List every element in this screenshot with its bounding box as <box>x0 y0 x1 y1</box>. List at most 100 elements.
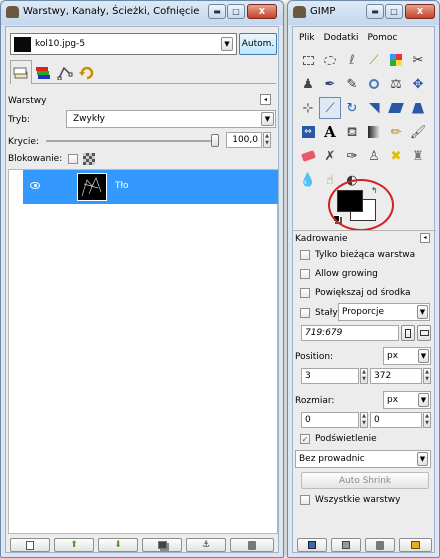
position-x-field[interactable]: 3 <box>301 368 359 384</box>
rotate-tool-icon[interactable]: ↻ <box>341 97 363 119</box>
zoom-tool-icon[interactable] <box>363 73 385 95</box>
scale-tool-icon[interactable] <box>363 97 385 119</box>
all-layers-checkbox[interactable] <box>300 495 310 505</box>
lock-pixels-checkbox[interactable] <box>68 154 78 164</box>
size-width-field[interactable]: 0 <box>301 412 359 428</box>
only-current-layer-label[interactable]: Tylko bieżąca warstwa <box>315 250 415 260</box>
shear-tool-icon[interactable] <box>385 97 407 119</box>
text-tool-icon[interactable]: A <box>319 121 341 143</box>
position-y-field[interactable]: 372 <box>370 368 422 384</box>
position-y-spinner[interactable]: ▲ ▼ <box>423 368 431 384</box>
layer-name[interactable]: Tło <box>115 181 129 191</box>
image-selector[interactable]: kol10.jpg-5 <box>10 33 237 55</box>
bucket-fill-tool-icon[interactable]: ⛾ <box>341 121 363 143</box>
color-picker-tool-icon[interactable]: ✎ <box>341 73 363 95</box>
auto-shrink-button[interactable]: Auto Shrink <box>301 472 429 489</box>
highlight-checkbox[interactable]: ✓ <box>300 434 310 444</box>
highlight-label[interactable]: Podświetlenie <box>315 434 377 444</box>
airbrush-tool-icon[interactable]: ✗ <box>319 145 341 167</box>
maximize-button[interactable]: □ <box>227 4 245 19</box>
reset-options-button[interactable] <box>399 538 432 552</box>
heal-tool-icon[interactable]: ✖ <box>385 145 407 167</box>
tab-channels[interactable] <box>32 62 54 84</box>
size-height-field[interactable]: 0 <box>370 412 422 428</box>
opacity-spinner-buttons[interactable]: ▲ ▼ <box>263 132 271 148</box>
lower-layer-button[interactable]: ⬇ <box>98 538 138 552</box>
fixed-checkbox[interactable] <box>300 308 310 318</box>
mode-combo[interactable]: Zwykły <box>66 110 276 128</box>
delete-options-button[interactable] <box>365 538 395 552</box>
perspective-tool-icon[interactable] <box>407 97 429 119</box>
free-select-tool-icon[interactable]: ℓ <box>341 49 363 71</box>
position-unit-arrow[interactable]: ▼ <box>418 349 429 363</box>
eye-icon[interactable] <box>30 182 40 189</box>
delete-layer-button[interactable] <box>230 538 274 552</box>
opacity-slider-track[interactable] <box>46 140 216 142</box>
portrait-button[interactable] <box>401 325 415 341</box>
tab-undo[interactable] <box>76 62 98 84</box>
all-layers-label[interactable]: Wszystkie warstwy <box>315 495 400 505</box>
auto-button[interactable]: Autom. <box>239 33 277 55</box>
clone-tool-icon[interactable]: ♙ <box>363 145 385 167</box>
foreground-select-tool-icon[interactable]: ♟ <box>297 73 319 95</box>
mode-combo-arrow[interactable]: ▼ <box>261 112 274 126</box>
guides-combo-arrow[interactable]: ▼ <box>417 452 428 466</box>
eraser-tool-icon[interactable] <box>297 145 319 167</box>
perspective-clone-tool-icon[interactable]: ♜ <box>407 145 429 167</box>
flip-tool-icon[interactable]: ⇔ <box>297 121 319 143</box>
move-tool-icon[interactable]: ✥ <box>407 73 429 95</box>
tab-layers[interactable] <box>10 60 32 84</box>
tool-options-menu-button[interactable]: ◂ <box>420 233 430 243</box>
scissors-tool-icon[interactable]: ✂ <box>407 49 429 71</box>
guides-combo[interactable]: Bez prowadnic <box>295 450 431 468</box>
fixed-combo-arrow[interactable]: ▼ <box>417 305 428 319</box>
paintbrush-tool-icon[interactable]: 🖌 <box>407 121 429 143</box>
opacity-slider-handle[interactable] <box>211 134 219 147</box>
ellipse-select-tool-icon[interactable] <box>319 49 341 71</box>
paths-tool-icon[interactable]: ✒ <box>319 73 341 95</box>
measure-tool-icon[interactable]: ⚖ <box>385 73 407 95</box>
panel-menu-button[interactable]: ◂ <box>260 94 271 105</box>
align-tool-icon[interactable]: ⊹ <box>297 97 319 119</box>
close-button[interactable]: X <box>247 4 277 19</box>
landscape-button[interactable] <box>417 325 431 341</box>
size-width-spinner[interactable]: ▲ ▼ <box>360 412 368 428</box>
allow-growing-checkbox[interactable] <box>300 269 310 279</box>
raise-layer-button[interactable]: ⬆ <box>54 538 94 552</box>
save-options-button[interactable] <box>297 538 327 552</box>
crop-tool-icon[interactable]: ⟋ <box>319 97 341 119</box>
lock-alpha-icon[interactable] <box>83 153 95 165</box>
allow-growing-label[interactable]: Allow growing <box>315 269 378 279</box>
fixed-label[interactable]: Stały: <box>315 308 340 318</box>
ink-tool-icon[interactable]: ✑ <box>341 145 363 167</box>
fuzzy-select-tool-icon[interactable]: ⟋ <box>363 49 385 71</box>
maximize-button[interactable]: □ <box>385 4 403 19</box>
blur-tool-icon[interactable]: 💧 <box>297 169 319 191</box>
menu-help[interactable]: Pomoc <box>368 33 398 43</box>
layer-row[interactable]: Tło <box>23 170 278 204</box>
toolbox-titlebar[interactable]: GIMP ▬ □ X <box>288 1 439 25</box>
close-button[interactable]: X <box>405 4 435 19</box>
expand-from-center-checkbox[interactable] <box>300 288 310 298</box>
restore-options-button[interactable] <box>331 538 361 552</box>
menu-file[interactable]: Plik <box>299 33 315 43</box>
tab-paths[interactable] <box>54 62 76 84</box>
blend-tool-icon[interactable] <box>363 121 385 143</box>
rect-select-tool-icon[interactable] <box>297 49 319 71</box>
layers-window-titlebar[interactable]: Warstwy, Kanały, Ścieżki, Cofnięcie ▬ □ … <box>1 1 283 25</box>
opacity-spinner[interactable]: 100,0 <box>226 132 262 148</box>
expand-from-center-label[interactable]: Powiększaj od środka <box>315 288 411 298</box>
minimize-button[interactable]: ▬ <box>366 4 384 19</box>
new-layer-button[interactable] <box>10 538 50 552</box>
pencil-tool-icon[interactable]: ✏ <box>385 121 407 143</box>
menu-extras[interactable]: Dodatki <box>324 33 359 43</box>
ratio-field[interactable]: 719:679 <box>301 325 399 341</box>
position-x-spinner[interactable]: ▲ ▼ <box>360 368 368 384</box>
anchor-layer-button[interactable]: ⚓ <box>186 538 226 552</box>
color-select-tool-icon[interactable] <box>385 49 407 71</box>
size-height-spinner[interactable]: ▲ ▼ <box>423 412 431 428</box>
duplicate-layer-button[interactable] <box>142 538 182 552</box>
only-current-layer-checkbox[interactable] <box>300 250 310 260</box>
minimize-button[interactable]: ▬ <box>208 4 226 19</box>
image-selector-arrow[interactable]: ▼ <box>221 37 233 51</box>
